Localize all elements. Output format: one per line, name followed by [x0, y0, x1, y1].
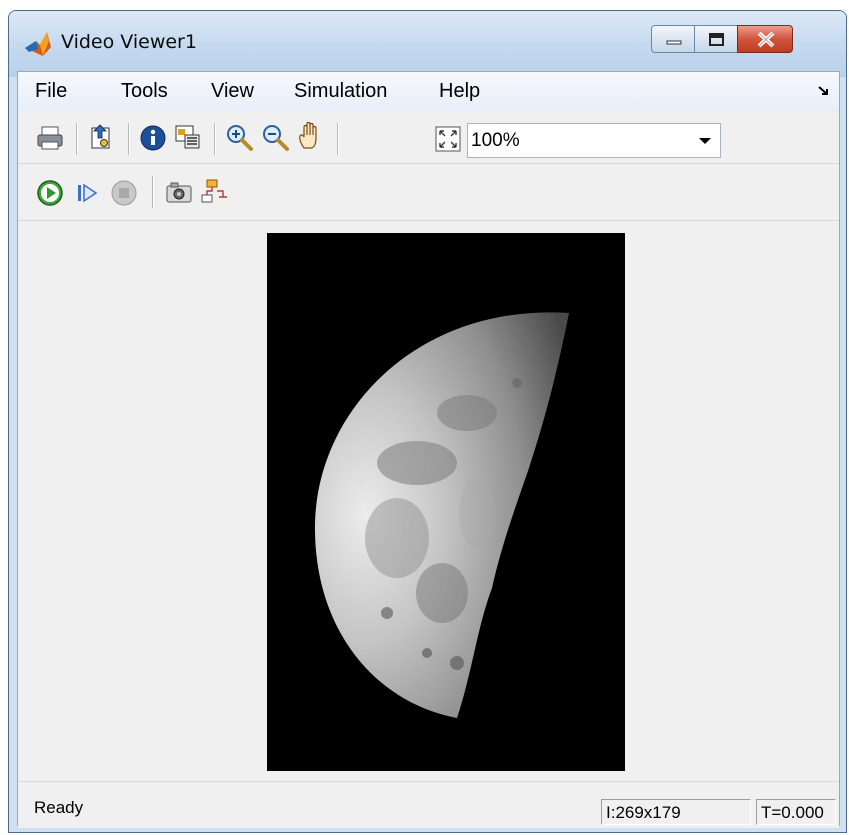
- toolbar-separator: [128, 123, 130, 155]
- maximize-icon: [709, 33, 724, 46]
- simulation-time-readout: T=0.000: [756, 799, 836, 825]
- print-icon[interactable]: [35, 123, 65, 153]
- toolbar-separator: [337, 123, 339, 155]
- menu-file[interactable]: File: [35, 80, 67, 103]
- matlab-logo-icon: [25, 32, 51, 56]
- minimize-icon: [666, 40, 682, 45]
- toolbar-separator: [214, 123, 216, 155]
- highlight-block-icon[interactable]: [199, 177, 229, 207]
- menu-tools[interactable]: Tools: [121, 80, 168, 103]
- window-title: Video Viewer1: [61, 31, 197, 53]
- title-bar[interactable]: Video Viewer1: [9, 11, 846, 77]
- pan-hand-icon[interactable]: [295, 121, 325, 151]
- close-button[interactable]: [737, 25, 793, 53]
- zoom-in-icon[interactable]: [224, 122, 254, 152]
- menu-simulation[interactable]: Simulation: [294, 80, 387, 103]
- video-frame: [267, 233, 625, 771]
- snapshot-camera-icon[interactable]: [164, 178, 194, 208]
- properties-icon[interactable]: [173, 122, 203, 152]
- maximize-button[interactable]: [694, 25, 738, 53]
- status-bar: Ready I:269x179 T=0.000: [18, 781, 839, 828]
- toolbar-playback: [18, 164, 839, 221]
- menu-bar: File Tools View Simulation Help: [18, 72, 839, 113]
- image-size-readout: I:269x179: [601, 799, 751, 825]
- menu-help[interactable]: Help: [439, 80, 480, 103]
- toolbar-separator: [152, 176, 154, 208]
- video-display-area: [18, 221, 839, 781]
- dock-arrow-icon[interactable]: [817, 85, 831, 97]
- play-icon[interactable]: [35, 178, 65, 208]
- minimize-button[interactable]: [651, 25, 695, 53]
- zoom-level-value: 100%: [471, 130, 520, 151]
- toolbar-main: 100%: [18, 112, 839, 164]
- zoom-out-icon[interactable]: [260, 122, 290, 152]
- stop-icon[interactable]: [109, 178, 139, 208]
- zoom-level-select[interactable]: 100%: [467, 123, 721, 158]
- toolbar-separator: [76, 123, 78, 155]
- step-forward-icon[interactable]: [72, 178, 102, 208]
- moon-image: [267, 233, 625, 771]
- video-viewer-window: Video Viewer1 File Tools View Simulation: [8, 10, 847, 833]
- close-icon: [757, 31, 775, 48]
- client-area: File Tools View Simulation Help 100% Rea…: [17, 71, 840, 828]
- fit-to-window-icon[interactable]: [433, 124, 463, 154]
- chevron-down-icon: [699, 138, 711, 144]
- info-icon[interactable]: [138, 123, 168, 153]
- status-message: Ready: [34, 798, 84, 817]
- menu-view[interactable]: View: [211, 80, 254, 103]
- export-icon[interactable]: [86, 122, 116, 152]
